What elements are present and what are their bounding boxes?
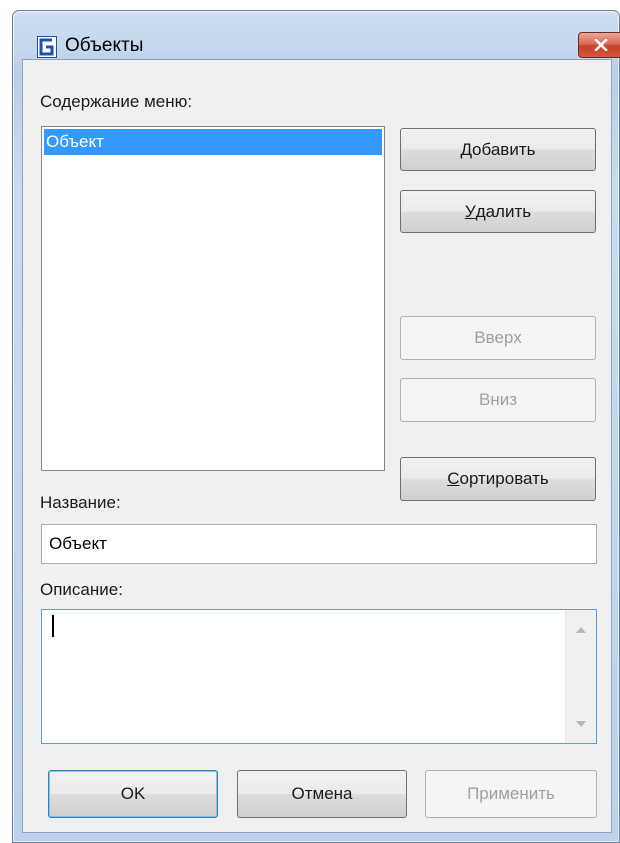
add-button-hotkey: Д <box>460 139 473 159</box>
description-textarea[interactable] <box>41 609 597 744</box>
delete-button[interactable]: Удалить <box>400 190 596 233</box>
sort-button[interactable]: Сортировать <box>400 457 596 501</box>
add-button-label: обавить <box>472 139 536 159</box>
delete-button-hotkey: У <box>464 201 476 221</box>
close-icon <box>594 39 607 51</box>
sort-button-label: ортировать <box>459 469 549 488</box>
description-scrollbar[interactable] <box>565 610 596 743</box>
scroll-down-icon[interactable] <box>566 712 596 736</box>
delete-button-label: далить <box>475 201 532 221</box>
apply-button[interactable]: Применить <box>425 770 597 818</box>
menu-items-list[interactable]: Объект <box>41 126 385 471</box>
cancel-button[interactable]: Отмена <box>237 770 407 818</box>
ok-button[interactable]: OK <box>48 770 218 818</box>
move-up-button[interactable]: Вверх <box>400 316 596 360</box>
name-input[interactable] <box>41 524 597 564</box>
window-title: Объекты <box>65 35 144 56</box>
move-down-button[interactable]: Вниз <box>400 378 596 422</box>
close-button[interactable] <box>578 32 620 58</box>
description-label: Описание: <box>40 580 123 599</box>
sort-button-hotkey: С <box>447 469 460 488</box>
app-logo-icon <box>37 36 57 58</box>
name-label: Название: <box>40 493 121 512</box>
add-button[interactable]: Добавить <box>400 128 596 171</box>
list-item[interactable]: Объект <box>44 129 382 155</box>
text-caret <box>52 615 54 637</box>
scroll-up-icon[interactable] <box>566 618 596 642</box>
menu-content-label: Содержание меню: <box>40 92 193 111</box>
